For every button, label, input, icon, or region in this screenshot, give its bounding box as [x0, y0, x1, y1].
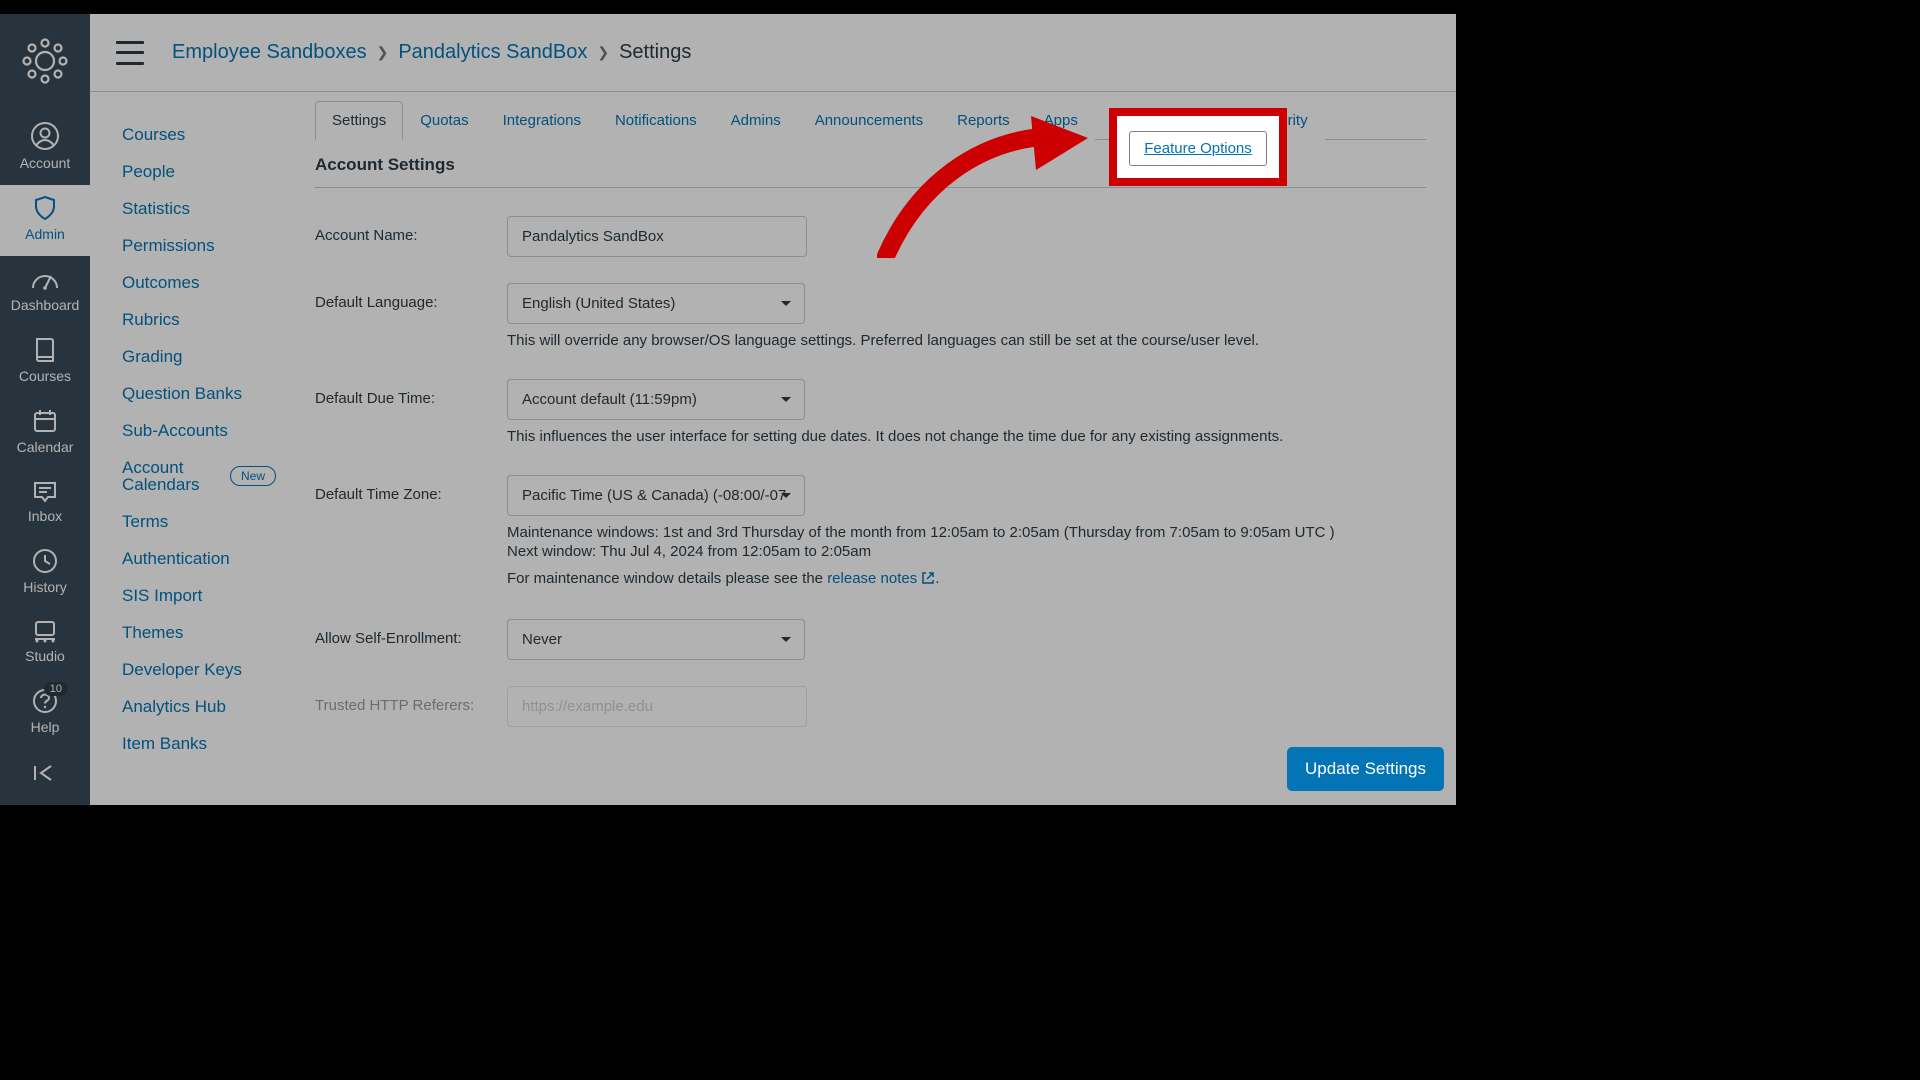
- external-link-icon: [921, 571, 935, 589]
- chevron-right-icon: ❯: [377, 44, 389, 61]
- book-icon: [33, 337, 57, 363]
- nav-label: Calendar: [17, 439, 74, 455]
- shield-icon: [32, 195, 58, 221]
- nav-dashboard[interactable]: Dashboard: [0, 256, 90, 327]
- nav-label: Account: [20, 155, 71, 171]
- default-due-time-label: Default Due Time:: [315, 379, 507, 407]
- nav-inbox[interactable]: Inbox: [0, 469, 90, 538]
- content: Settings Quotas Integrations Notificatio…: [315, 92, 1456, 805]
- secnav-sub-accounts[interactable]: Sub-Accounts: [122, 412, 228, 449]
- nav-calendar[interactable]: Calendar: [0, 398, 90, 469]
- chevron-right-icon: ❯: [597, 44, 609, 61]
- secnav-grading[interactable]: Grading: [122, 338, 182, 375]
- tab-integrations[interactable]: Integrations: [486, 101, 598, 140]
- nav-label: Help: [31, 719, 60, 735]
- secnav-themes[interactable]: Themes: [122, 614, 183, 651]
- nav-label: Dashboard: [11, 297, 80, 313]
- tab-quotas[interactable]: Quotas: [403, 101, 485, 140]
- nav-label: Courses: [19, 368, 71, 384]
- help-text: This will override any browser/OS langua…: [507, 332, 1426, 349]
- tab-feature-options[interactable]: Feature Options: [1129, 131, 1267, 166]
- default-language-label: Default Language:: [315, 283, 507, 311]
- breadcrumb-link[interactable]: Pandalytics SandBox: [398, 41, 587, 64]
- feature-options-highlight: Feature Options: [1109, 108, 1287, 186]
- nav-help[interactable]: 10 Help: [0, 678, 90, 749]
- canvas-logo-icon[interactable]: [22, 38, 68, 84]
- secnav-authentication[interactable]: Authentication: [122, 540, 230, 577]
- self-enrollment-select[interactable]: Never: [507, 619, 805, 660]
- secnav-statistics[interactable]: Statistics: [122, 190, 190, 227]
- secnav-permissions[interactable]: Permissions: [122, 227, 215, 264]
- secnav-rubrics[interactable]: Rubrics: [122, 301, 180, 338]
- secnav-item-banks[interactable]: Item Banks: [122, 725, 207, 762]
- tab-reports[interactable]: Reports: [940, 101, 1027, 140]
- trusted-referers-label: Trusted HTTP Referers:: [315, 686, 507, 714]
- collapse-nav-icon[interactable]: [31, 750, 59, 805]
- trusted-referers-input[interactable]: https://example.edu: [507, 686, 807, 727]
- tab-admins[interactable]: Admins: [714, 101, 798, 140]
- tab-apps[interactable]: Apps: [1027, 101, 1095, 140]
- default-due-time-select[interactable]: Account default (11:59pm): [507, 379, 805, 420]
- nav-label: History: [23, 579, 67, 595]
- nav-courses[interactable]: Courses: [0, 327, 90, 398]
- secnav-people[interactable]: People: [122, 153, 175, 190]
- default-time-zone-select[interactable]: Pacific Time (US & Canada) (-08:00/-07: [507, 475, 805, 516]
- nav-account[interactable]: Account: [0, 112, 90, 185]
- clock-icon: [32, 548, 58, 574]
- user-icon: [31, 122, 59, 150]
- secnav-courses[interactable]: Courses: [122, 116, 185, 153]
- studio-icon: [31, 619, 59, 643]
- self-enrollment-label: Allow Self-Enrollment:: [315, 619, 507, 647]
- calendar-icon: [32, 408, 58, 434]
- secondary-nav: Courses People Statistics Permissions Ou…: [90, 92, 315, 805]
- account-name-label: Account Name:: [315, 216, 507, 244]
- help-text: Next window: Thu Jul 4, 2024 from 12:05a…: [507, 543, 1426, 560]
- speedometer-icon: [31, 266, 59, 292]
- tab-settings[interactable]: Settings: [315, 101, 403, 140]
- secnav-account-calendars[interactable]: Account Calendars: [122, 449, 218, 503]
- nav-label: Inbox: [28, 508, 62, 524]
- nav-admin[interactable]: Admin: [0, 185, 90, 256]
- help-text: This influences the user interface for s…: [507, 428, 1426, 445]
- breadcrumb: Employee Sandboxes ❯ Pandalytics SandBox…: [172, 41, 691, 64]
- inbox-icon: [32, 479, 58, 503]
- account-name-input[interactable]: Pandalytics SandBox: [507, 216, 807, 257]
- global-nav: Account Admin Dashboard Courses Calendar…: [0, 14, 90, 805]
- breadcrumb-link[interactable]: Employee Sandboxes: [172, 41, 367, 64]
- topbar: Employee Sandboxes ❯ Pandalytics SandBox…: [90, 14, 1456, 92]
- secnav-question-banks[interactable]: Question Banks: [122, 375, 242, 412]
- release-notes-link[interactable]: release notes: [827, 570, 917, 587]
- menu-toggle-icon[interactable]: [116, 41, 144, 65]
- secnav-sis-import[interactable]: SIS Import: [122, 577, 202, 614]
- help-text: Maintenance windows: 1st and 3rd Thursda…: [507, 524, 1426, 541]
- breadcrumb-current: Settings: [619, 41, 691, 64]
- tab-announcements[interactable]: Announcements: [798, 101, 940, 140]
- default-time-zone-label: Default Time Zone:: [315, 475, 507, 503]
- nav-history[interactable]: History: [0, 538, 90, 609]
- secnav-analytics-hub[interactable]: Analytics Hub: [122, 688, 226, 725]
- update-settings-button[interactable]: Update Settings: [1287, 747, 1444, 791]
- secnav-developer-keys[interactable]: Developer Keys: [122, 651, 242, 688]
- help-badge: 10: [44, 682, 68, 696]
- help-text: For maintenance window details please se…: [507, 570, 1426, 589]
- nav-label: Admin: [25, 226, 65, 242]
- new-pill: New: [230, 466, 276, 486]
- tab-notifications[interactable]: Notifications: [598, 101, 714, 140]
- secnav-outcomes[interactable]: Outcomes: [122, 264, 199, 301]
- default-language-select[interactable]: English (United States): [507, 283, 805, 324]
- nav-studio[interactable]: Studio: [0, 609, 90, 678]
- nav-label: Studio: [25, 648, 65, 664]
- secnav-terms[interactable]: Terms: [122, 503, 168, 540]
